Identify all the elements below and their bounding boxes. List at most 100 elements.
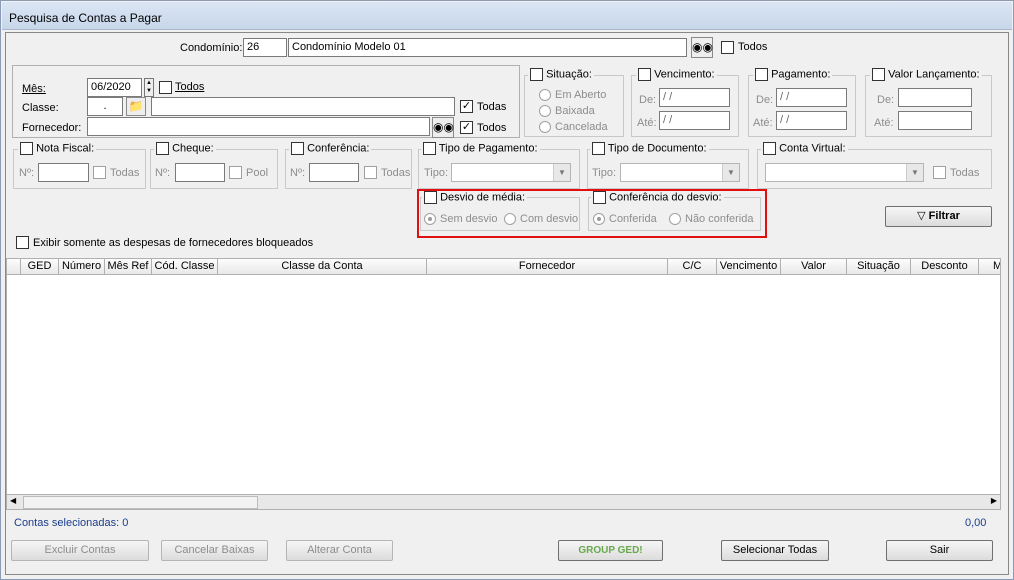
conta-virtual-todas-label: Todas <box>950 167 980 179</box>
scroll-left-icon[interactable]: ◀ <box>10 496 16 505</box>
conta-virtual-select[interactable]: ▼ <box>765 163 924 182</box>
baixada-radio[interactable] <box>539 105 551 117</box>
nota-fiscal-input[interactable] <box>38 163 89 182</box>
mes-input[interactable]: 06/2020 <box>87 78 142 97</box>
cheque-pool-label: Pool <box>246 167 269 179</box>
vencimento-title: Vencimento: <box>654 68 715 81</box>
condominio-name-input[interactable]: Condomínio Modelo 01 <box>288 38 687 57</box>
cancelada-label: Cancelada <box>555 121 608 133</box>
condominio-label: Condomínio: <box>180 42 243 54</box>
pagamento-checkbox[interactable] <box>755 68 768 81</box>
pagamento-ate-input[interactable]: / / <box>776 111 847 130</box>
conferencia-checkbox[interactable] <box>291 142 304 155</box>
folder-icon[interactable]: 📁 <box>126 97 146 116</box>
tipo-pagamento-select[interactable]: ▼ <box>451 163 571 182</box>
conta-virtual-legend: Conta Virtual: <box>761 142 848 155</box>
situacao-checkbox[interactable] <box>530 68 543 81</box>
vencimento-ate-input[interactable]: / / <box>659 111 730 130</box>
excluir-contas-button[interactable]: Excluir Contas <box>11 540 149 561</box>
tipo-pagamento-title: Tipo de Pagamento: <box>438 142 538 155</box>
situacao-legend: Situação: <box>528 68 594 81</box>
grid-body[interactable] <box>6 275 1001 494</box>
classe-todas-label: Todas <box>477 101 507 113</box>
horizontal-scrollbar[interactable]: ◀ ▶ <box>6 494 1001 510</box>
fornecedor-input[interactable] <box>87 117 430 136</box>
fornecedor-todos-label: Todos <box>477 122 507 134</box>
vencimento-de-input[interactable]: / / <box>659 88 730 107</box>
selecionar-todas-button[interactable]: Selecionar Todas <box>721 540 829 561</box>
conferencia-input[interactable] <box>309 163 359 182</box>
col-classe-conta[interactable]: Classe da Conta <box>218 259 427 274</box>
contas-selecionadas-label: Contas selecionadas: 0 <box>14 517 129 529</box>
col-numero[interactable]: Número <box>59 259 105 274</box>
tipo-pagamento-checkbox[interactable] <box>423 142 436 155</box>
nota-fiscal-checkbox[interactable] <box>20 142 33 155</box>
scrollbar-thumb[interactable] <box>23 496 258 509</box>
col-vencimento[interactable]: Vencimento <box>717 259 781 274</box>
condominio-code-input[interactable]: 26 <box>243 38 287 57</box>
tipo-documento-legend: Tipo de Documento: <box>590 142 709 155</box>
cancelar-baixas-button[interactable]: Cancelar Baixas <box>161 540 268 561</box>
col-m[interactable]: M <box>979 259 1000 274</box>
nota-fiscal-no-label: Nº: <box>19 167 35 179</box>
mes-spinner[interactable]: ▲ ▼ <box>144 78 154 97</box>
valor-checkbox[interactable] <box>872 68 885 81</box>
highlight-box <box>417 189 767 238</box>
pagamento-de-input[interactable]: / / <box>776 88 847 107</box>
valor-de-input[interactable] <box>898 88 972 107</box>
cheque-pool-checkbox[interactable] <box>229 166 242 179</box>
filtrar-button[interactable]: ▽ Filtrar <box>885 206 992 227</box>
exibir-bloqueados-label: Exibir somente as despesas de fornecedor… <box>33 237 314 249</box>
col-desconto[interactable]: Desconto <box>911 259 979 274</box>
classe-name-input[interactable] <box>151 97 455 116</box>
col-cod-classe[interactable]: Cód. Classe <box>152 259 218 274</box>
binoculars-icon[interactable]: ◉◉ <box>691 37 713 58</box>
cancelada-radio[interactable] <box>539 121 551 133</box>
valor-ate-input[interactable] <box>898 111 972 130</box>
fornecedor-label: Fornecedor: <box>22 122 82 134</box>
scroll-right-icon[interactable]: ▶ <box>991 496 997 505</box>
pagamento-de-label: De: <box>756 94 774 106</box>
em-aberto-radio[interactable] <box>539 89 551 101</box>
condominio-todos-checkbox[interactable] <box>721 41 734 54</box>
sair-button[interactable]: Sair <box>886 540 993 561</box>
vencimento-de-label: De: <box>639 94 657 106</box>
valor-de-label: De: <box>877 94 895 106</box>
mes-label: Mês: <box>22 83 46 95</box>
fornecedor-search-icon[interactable]: ◉◉ <box>432 117 454 138</box>
valor-legend: Valor Lançamento: <box>870 68 982 81</box>
col-fornecedor[interactable]: Fornecedor <box>427 259 668 274</box>
conferencia-legend: Conferência: <box>289 142 372 155</box>
conferencia-todas-label: Todas <box>381 167 411 179</box>
mes-todos-checkbox[interactable] <box>159 81 172 94</box>
main-window: Pesquisa de Contas a Pagar Condomínio: 2… <box>0 0 1014 580</box>
tipo-documento-checkbox[interactable] <box>592 142 605 155</box>
conferencia-title: Conferência: <box>307 142 370 155</box>
conta-virtual-todas-checkbox[interactable] <box>933 166 946 179</box>
col-valor[interactable]: Valor <box>781 259 847 274</box>
conferencia-todas-checkbox[interactable] <box>364 166 377 179</box>
condominio-todos-label: Todos <box>738 41 768 53</box>
filter-icon: ▽ <box>917 210 926 222</box>
classe-code-input[interactable]: . <box>87 97 123 116</box>
classe-todas-checkbox[interactable]: ✓ <box>460 100 473 113</box>
group-ged-button[interactable]: GROUP GED! <box>558 540 663 561</box>
nota-fiscal-title: Nota Fiscal: <box>36 142 95 155</box>
vencimento-checkbox[interactable] <box>638 68 651 81</box>
fornecedor-todos-checkbox[interactable]: ✓ <box>460 121 473 134</box>
cheque-input[interactable] <box>175 163 225 182</box>
nota-fiscal-todas-checkbox[interactable] <box>93 166 106 179</box>
exibir-bloqueados-checkbox[interactable] <box>16 236 29 249</box>
col-mes-ref[interactable]: Mês Ref <box>105 259 152 274</box>
window-title: Pesquisa de Contas a Pagar <box>2 2 1012 30</box>
tipo-documento-select[interactable]: ▼ <box>620 163 740 182</box>
col-cc[interactable]: C/C <box>668 259 717 274</box>
col-ged[interactable]: GED <box>21 259 59 274</box>
conta-virtual-checkbox[interactable] <box>763 142 776 155</box>
cheque-checkbox[interactable] <box>156 142 169 155</box>
cheque-no-label: Nº: <box>155 167 171 179</box>
col-situacao[interactable]: Situação <box>847 259 911 274</box>
alterar-conta-button[interactable]: Alterar Conta <box>286 540 393 561</box>
pagamento-ate-label: Até: <box>753 117 773 129</box>
tipo-documento-title: Tipo de Documento: <box>607 142 707 155</box>
